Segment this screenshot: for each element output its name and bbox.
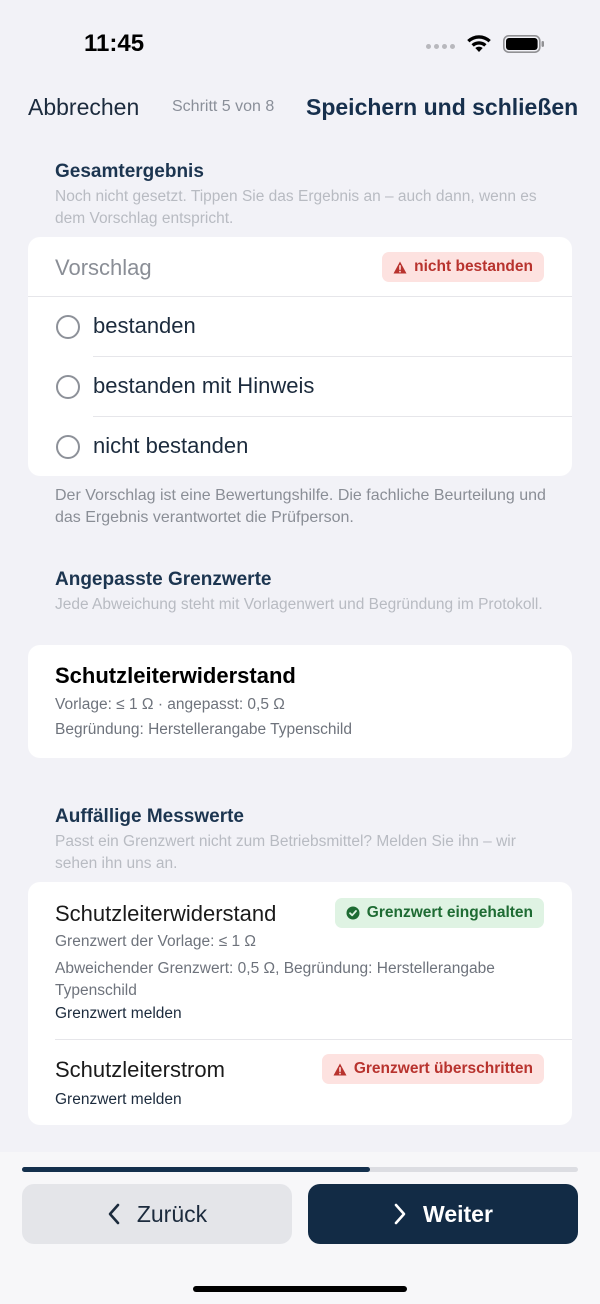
measurements-card: Schutzleiterwiderstand Grenzwert eingeha… (28, 882, 572, 1125)
measurement-name: Schutzleiterstrom (55, 1057, 225, 1082)
proposal-badge-label: nicht bestanden (414, 258, 533, 275)
check-circle-icon (346, 906, 360, 920)
save-and-close-button[interactable]: Speichern und schließen (306, 94, 578, 121)
radio-option-passed[interactable]: bestanden (28, 297, 572, 357)
proposal-label: Vorschlag (55, 255, 152, 280)
status-bar: 11:45 (0, 0, 600, 88)
radio-label: nicht bestanden (93, 433, 249, 458)
radio-label: bestanden mit Hinweis (93, 373, 315, 398)
measurement-name: Schutzleiterwiderstand (55, 901, 277, 926)
warning-icon (333, 1063, 347, 1075)
next-button[interactable]: Weiter (308, 1184, 578, 1244)
step-indicator: Schritt 5 von 8 (172, 98, 275, 115)
radio-label: bestanden (93, 313, 196, 338)
adjusted-limit-card: Schutzleiterwiderstand Vorlage: ≤ 1 Ω · … (28, 645, 572, 758)
wifi-icon (467, 35, 491, 52)
chevron-left-icon (108, 1203, 120, 1225)
signal-icon (426, 44, 455, 49)
adjusted-limit-values: Vorlage: ≤ 1 Ω · angepasst: 0,5 Ω (55, 696, 285, 713)
radio-button[interactable] (56, 375, 80, 399)
limit-ok-badge: Grenzwert eingehalten (334, 898, 544, 928)
measurements-section-description: Passt ein Grenzwert nicht zum Betriebsmi… (55, 833, 516, 872)
proposal-badge: nicht bestanden (382, 252, 544, 282)
radio-option-passed-with-note[interactable]: bestanden mit Hinweis (28, 357, 572, 417)
status-time: 11:45 (84, 30, 145, 57)
back-button-label: Zurück (136, 1200, 208, 1227)
limits-section-title: Angepasste Grenzwerte (55, 569, 272, 590)
back-button[interactable]: Zurück (22, 1184, 292, 1244)
next-button-label: Weiter (423, 1200, 493, 1227)
proposal-row: Vorschlag nicht bestanden (28, 237, 572, 297)
limit-ok-badge-label: Grenzwert eingehalten (366, 904, 533, 921)
result-footnote: Der Vorschlag ist eine Bewertungshilfe. … (55, 487, 546, 526)
radio-button[interactable] (56, 435, 80, 459)
limit-exceeded-badge: Grenzwert überschritten (321, 1054, 544, 1084)
adjusted-limit-reason: Begründung: Herstellerangabe Typenschild (55, 721, 352, 738)
chevron-right-icon (394, 1203, 406, 1225)
measurements-section-title: Auffällige Messwerte (55, 806, 244, 827)
battery-icon (503, 35, 544, 53)
result-section-description: Noch nicht gesetzt. Tippen Sie das Ergeb… (55, 188, 537, 227)
adjusted-limit-name: Schutzleiterwiderstand (55, 663, 296, 688)
report-limit-button[interactable]: Grenzwert melden (55, 1091, 182, 1109)
warning-icon (393, 261, 407, 273)
deviation-text: Abweichender Grenzwert: 0,5 Ω, Begründun… (55, 960, 495, 999)
bottom-bar: Zurück Weiter (0, 1152, 600, 1304)
result-card: Vorschlag nicht bestanden bestanden best… (28, 237, 572, 476)
template-limit-text: Grenzwert der Vorlage: ≤ 1 Ω (55, 933, 257, 950)
limit-exceeded-badge-label: Grenzwert überschritten (353, 1060, 533, 1077)
progress-bar (22, 1167, 578, 1172)
cancel-button[interactable]: Abbrechen (28, 94, 139, 121)
report-limit-button[interactable]: Grenzwert melden (55, 1005, 182, 1023)
progress-fill (22, 1167, 370, 1172)
limits-section-description: Jede Abweichung steht mit Vorlagenwert u… (55, 596, 543, 613)
radio-button[interactable] (56, 315, 80, 339)
radio-option-failed[interactable]: nicht bestanden (28, 417, 572, 477)
result-section-title: Gesamtergebnis (55, 161, 204, 182)
home-indicator (193, 1286, 407, 1292)
